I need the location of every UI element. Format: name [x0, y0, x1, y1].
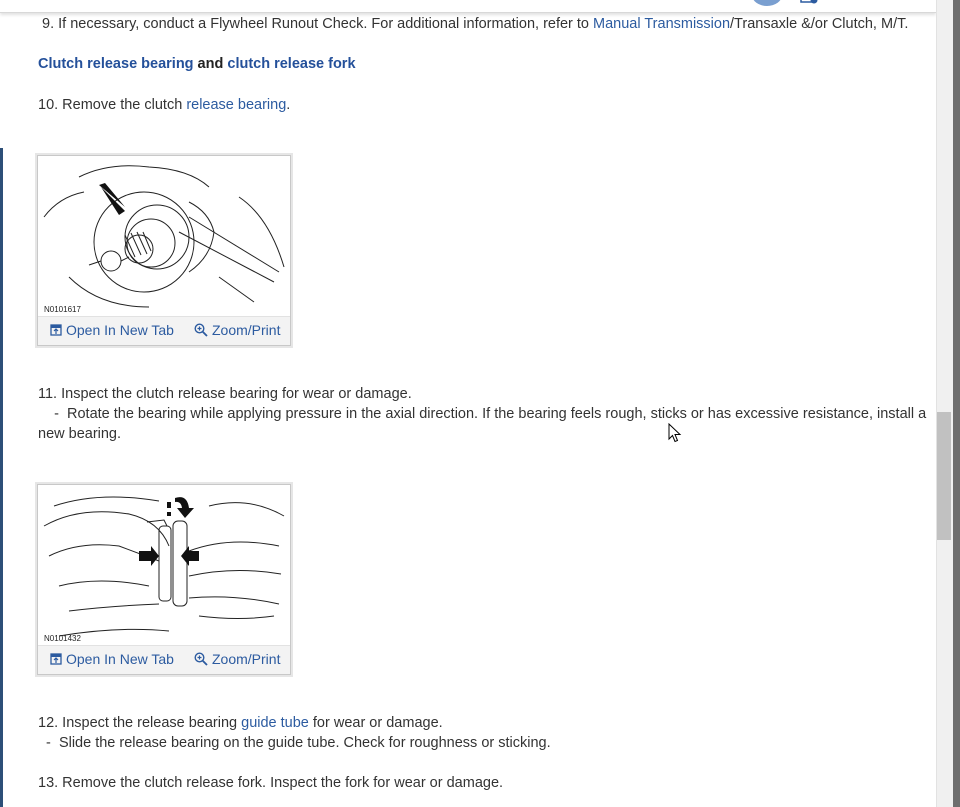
release-bearing-illustration[interactable] [39, 157, 289, 317]
open-in-new-tab-button[interactable]: Open In New Tab [50, 322, 174, 338]
inspect-bearing-illustration[interactable] [39, 486, 289, 646]
step-9-text: 9. If necessary, conduct a Flywheel Runo… [38, 16, 594, 32]
manual-transmission-link[interactable]: Manual Transmission [593, 16, 730, 32]
figure-toolbar: Open In New Tab Zoom/Print [38, 645, 290, 674]
heading-and: and [193, 56, 228, 72]
clutch-release-bearing-link[interactable]: Clutch release bearing [38, 56, 194, 72]
step-11-line-1: 11. Inspect the clutch release bearing f… [38, 386, 412, 402]
open-in-new-tab-icon [50, 653, 62, 665]
open-in-new-tab-button[interactable]: Open In New Tab [50, 651, 174, 667]
zoom-print-label: Zoom/Print [212, 651, 281, 667]
release-bearing-link[interactable]: release bearing [186, 97, 286, 113]
zoom-print-button[interactable]: Zoom/Print [194, 651, 280, 667]
clutch-release-fork-link[interactable]: clutch release fork [227, 56, 355, 72]
step-10-text: 10. Remove the clutch [38, 97, 187, 113]
open-in-new-tab-label: Open In New Tab [66, 322, 174, 338]
zoom-icon [194, 652, 208, 666]
step-10: 10. Remove the clutch release bearing. [38, 95, 290, 115]
step-12: 12. Inspect the release bearing guide tu… [38, 713, 443, 733]
step-10-suffix: . [286, 97, 291, 113]
step-12-text: 12. Inspect the release bearing [38, 715, 242, 731]
toolbar-circle-button[interactable] [752, 0, 782, 6]
figure-release-bearing: N0101617 Open In New Tab Zoom/Print [37, 155, 291, 346]
open-in-new-tab-label: Open In New Tab [66, 651, 174, 667]
step-12-sub: - Slide the release bearing on the guide… [38, 735, 551, 751]
figure-inspect-bearing: N0101432 Open In New Tab Zoom/Print [37, 484, 291, 675]
scrollbar-thumb[interactable] [937, 412, 951, 540]
step-9: 9. If necessary, conduct a Flywheel Runo… [38, 14, 908, 34]
step-9-suffix: /Transaxle &/or Clutch, M/T. [730, 16, 909, 32]
left-accent-bar [0, 148, 3, 807]
figure-code: N0101617 [44, 305, 81, 314]
top-toolbar [0, 0, 936, 13]
section-heading: Clutch release bearing and clutch releas… [38, 54, 356, 74]
guide-tube-link[interactable]: guide tube [241, 715, 309, 731]
zoom-print-label: Zoom/Print [212, 322, 281, 338]
vertical-scrollbar[interactable] [936, 0, 954, 807]
figure-code: N0101432 [44, 634, 81, 643]
figure-toolbar: Open In New Tab Zoom/Print [38, 316, 290, 345]
window-edge [953, 0, 960, 807]
document-icon[interactable] [800, 0, 818, 4]
open-in-new-tab-icon [50, 324, 62, 336]
step-12-suffix: for wear or damage. [308, 715, 443, 731]
step-13: 13. Remove the clutch release fork. Insp… [38, 775, 504, 791]
zoom-icon [194, 323, 208, 337]
step-11-line-2: - Rotate the bearing while applying pres… [38, 406, 927, 422]
step-11-line-3: new bearing. [38, 426, 122, 442]
mouse-cursor-icon [668, 423, 682, 443]
zoom-print-button[interactable]: Zoom/Print [194, 322, 280, 338]
